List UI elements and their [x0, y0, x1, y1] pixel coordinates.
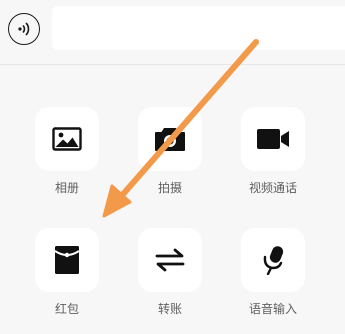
chat-input-bar [0, 0, 345, 65]
voice-toggle-button[interactable] [8, 13, 40, 45]
album-label: 相册 [54, 181, 79, 195]
transfer-label: 转账 [157, 302, 182, 316]
shoot-label: 拍摄 [157, 181, 182, 195]
video-call-tile[interactable]: 视频通话 [241, 107, 305, 195]
video-call-button[interactable] [241, 107, 305, 171]
transfer-button[interactable] [138, 228, 202, 292]
transfer-tile[interactable]: 转账 [138, 228, 202, 316]
album-tile[interactable]: 相册 [35, 107, 99, 195]
transfer-arrows-icon [155, 248, 185, 272]
red-packet-button[interactable] [35, 228, 99, 292]
image-icon [52, 127, 82, 151]
voice-input-button[interactable] [241, 228, 305, 292]
video-call-label: 视频通话 [248, 181, 297, 195]
shoot-button[interactable] [138, 107, 202, 171]
video-camera-icon [257, 129, 289, 149]
voice-input-label: 语音输入 [248, 302, 297, 316]
more-panel: 相册 拍摄 视频通话 红包 转账 语音输入 [0, 65, 345, 334]
red-packet-label: 红包 [54, 302, 79, 316]
voice-wave-icon [18, 22, 30, 36]
voice-input-tile[interactable]: 语音输入 [241, 228, 305, 316]
shoot-tile[interactable]: 拍摄 [138, 107, 202, 195]
message-input[interactable] [52, 6, 345, 50]
microphone-icon [263, 246, 284, 275]
red-packet-icon [54, 246, 80, 274]
camera-icon [155, 128, 185, 151]
album-button[interactable] [35, 107, 99, 171]
red-packet-tile[interactable]: 红包 [35, 228, 99, 316]
